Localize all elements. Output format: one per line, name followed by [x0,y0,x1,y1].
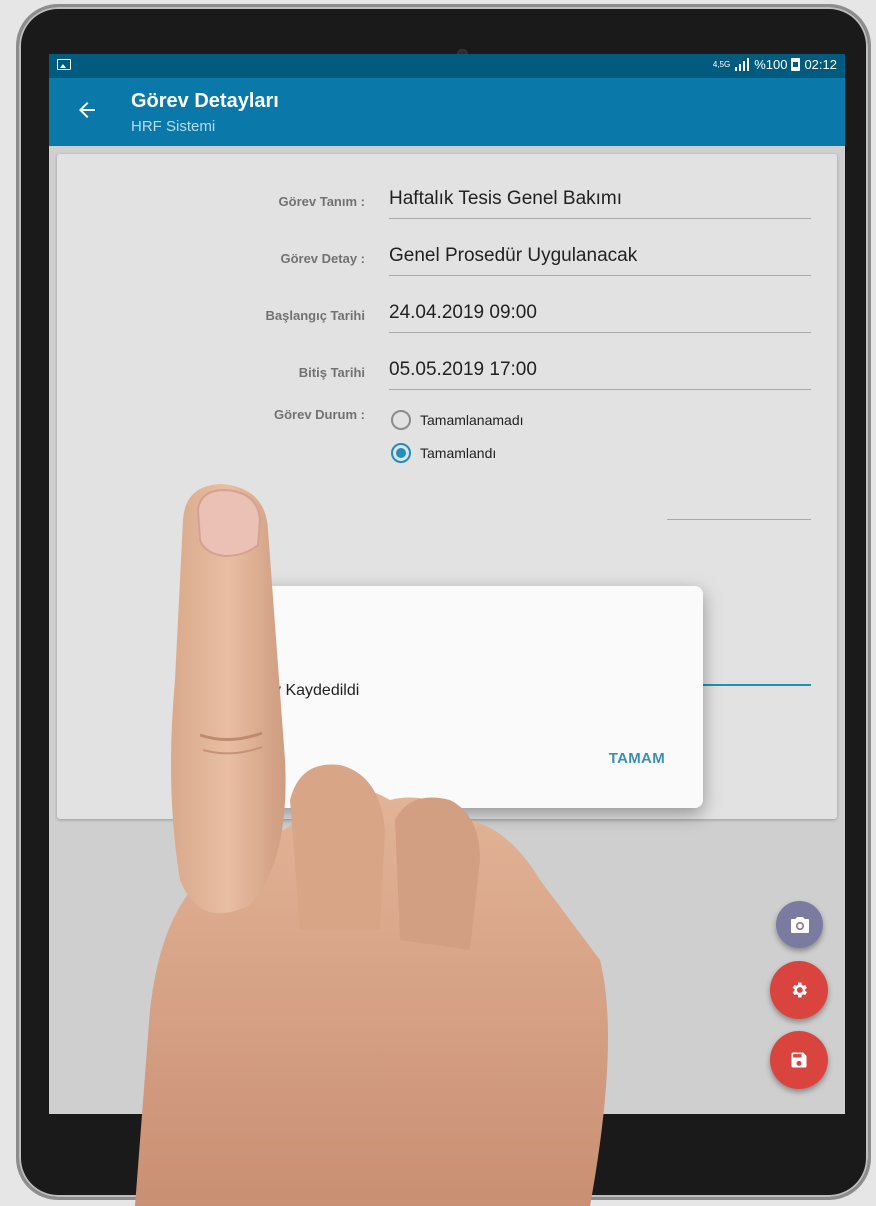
image-icon [57,59,71,70]
gorev-detay-label: Görev Detay : [280,251,365,266]
task-detail-card: Görev Tanım : Haftalık Tesis Genel Bakım… [57,154,837,819]
network-type: 4,5G [712,59,731,69]
save-icon [791,1052,807,1068]
status-bar: 4,5G %100 02:12 [49,54,845,78]
settings-button[interactable] [770,961,828,1019]
gorev-tanim-label: Görev Tanım : [278,194,365,209]
radio-tamamlandi[interactable]: Tamamlandı [391,443,496,463]
page-subtitle: HRF Sistemi [131,118,216,135]
clock: 02:12 [804,57,837,72]
confirmation-dialog: v Kaydedildi TAMAM [243,586,703,808]
page-title: Görev Detayları [131,90,279,112]
radio-label: Tamamlandı [420,445,497,461]
gorev-durum-label: Görev Durum : [273,407,365,422]
app-bar: Görev Detayları HRF Sistemi [49,78,845,146]
page: 4,5G %100 02:12 Görev Detayları HRF Sist… [0,0,876,1206]
radio-tamamlanamadi[interactable]: Tamamlanamadı [391,410,524,430]
field-underline [667,519,811,520]
status-right: 4,5G %100 02:12 [713,57,837,72]
radio-button-checked[interactable] [391,443,411,463]
bitis-tarihi-field[interactable]: 05.05.2019 17:00 [389,359,811,390]
bitis-tarihi-label: Bitiş Tarihi [298,365,365,380]
screen: 4,5G %100 02:12 Görev Detayları HRF Sist… [49,54,845,1114]
baslangic-tarihi-field[interactable]: 24.04.2019 09:00 [389,302,811,333]
battery-percent: %100 [754,57,788,72]
save-button[interactable] [770,1031,828,1089]
dialog-ok-button[interactable]: TAMAM [609,750,665,767]
radio-label: Tamamlanamadı [420,412,524,428]
gorev-detay-field[interactable]: Genel Prosedür Uygulanacak [389,245,811,276]
gear-icon [792,982,807,998]
dialog-message: v Kaydedildi [273,682,360,699]
battery-icon [791,58,801,71]
camera-icon [790,916,809,933]
radio-button-unchecked[interactable] [391,410,411,430]
baslangic-tarihi-label: Başlangıç Tarihi [265,308,365,323]
signal-icon [735,58,750,71]
arrow-left-icon[interactable] [75,98,99,122]
camera-button[interactable] [776,901,823,948]
gorev-tanim-field[interactable]: Haftalık Tesis Genel Bakımı [389,188,811,219]
